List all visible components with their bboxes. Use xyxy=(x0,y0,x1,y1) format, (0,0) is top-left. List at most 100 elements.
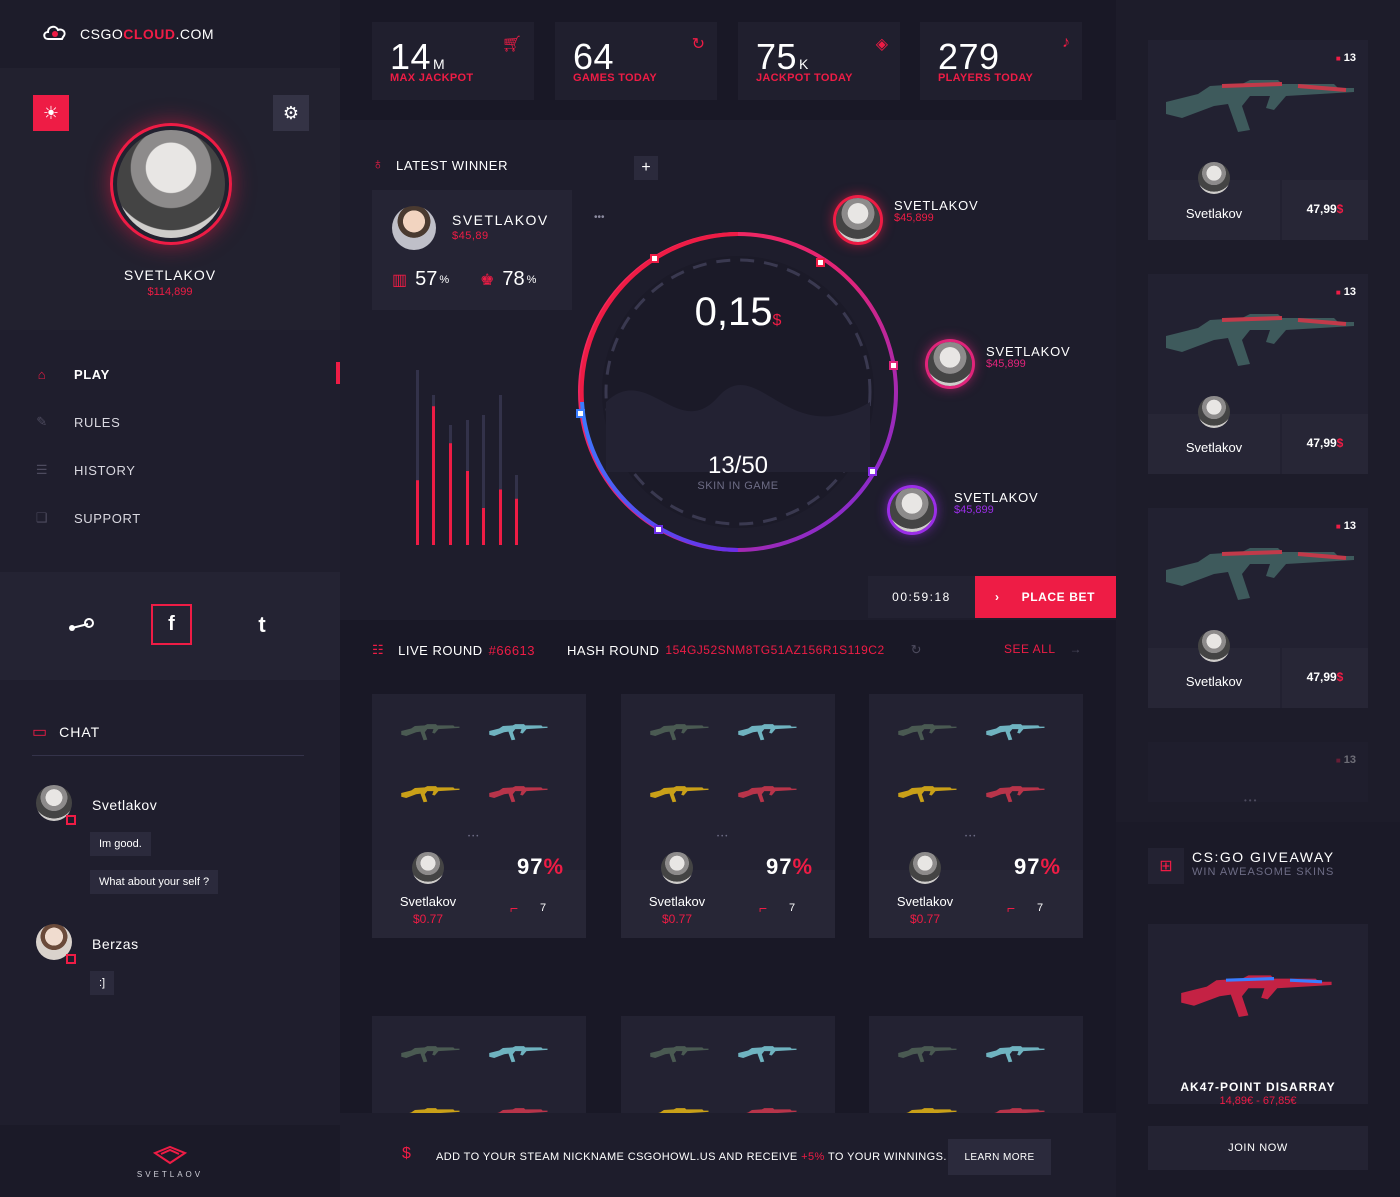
winner-avatar[interactable] xyxy=(392,206,436,250)
join-now-button[interactable]: JOIN NOW xyxy=(1148,1126,1368,1170)
brand-footer: SVETLAOV xyxy=(0,1125,340,1197)
player-name: SVETLAKOV xyxy=(954,490,1039,505)
nav-item-history[interactable]: ☰ HISTORY xyxy=(32,460,136,480)
avatar[interactable] xyxy=(909,852,941,884)
settings-button[interactable]: ⚙ xyxy=(273,95,309,131)
giveaway-item-card[interactable] xyxy=(1148,924,1368,1104)
weapon-slot xyxy=(649,780,711,811)
logo-text-prefix: CSGO xyxy=(80,26,124,42)
ak47-weapon-icon xyxy=(986,724,1045,741)
ring-node[interactable] xyxy=(576,409,585,418)
stat-number: 279 xyxy=(938,36,1000,77)
promo-percent: +5% xyxy=(801,1151,825,1163)
ring-node[interactable] xyxy=(889,361,898,370)
ak47-weapon-icon xyxy=(1166,548,1354,600)
avatar[interactable] xyxy=(1198,630,1230,662)
player-avatar xyxy=(890,488,934,532)
logo-text-highlight: CLOUD xyxy=(123,26,176,42)
chat-username[interactable]: Berzas xyxy=(92,936,139,952)
learn-more-button[interactable]: LEARN MORE xyxy=(948,1139,1051,1175)
weapon-card[interactable]: ■ 13 Svetlakov 47,99$ xyxy=(1148,40,1368,240)
nav-item-rules[interactable]: ✎ RULES xyxy=(32,412,120,432)
stat-number: 14 xyxy=(390,36,432,77)
pagination-dots[interactable]: ••• xyxy=(1244,796,1258,805)
ak47-weapon-icon xyxy=(401,1108,460,1113)
avatar[interactable] xyxy=(36,924,76,964)
pagination-dots[interactable]: ••• xyxy=(965,834,977,840)
chat-panel: ▭ CHAT Svetlakov Im good. What about you… xyxy=(0,680,340,1125)
jackpot-player[interactable]: SVETLAKOV $45,899 xyxy=(836,198,978,242)
profile-avatar[interactable] xyxy=(110,123,232,245)
weapon-slot xyxy=(488,718,550,749)
weapon-slot xyxy=(985,1102,1047,1113)
ak47-weapon-icon xyxy=(1181,975,1332,1017)
gem-icon: ◈ xyxy=(875,36,888,53)
nav-item-support[interactable]: ❑ SUPPORT xyxy=(32,508,141,528)
avatar[interactable] xyxy=(36,785,76,825)
bar-fill xyxy=(482,508,485,545)
refresh-icon[interactable]: ↻ xyxy=(911,642,922,658)
chevron-right-icon: › xyxy=(995,590,1000,604)
logo[interactable]: CSGOCLOUD.COM xyxy=(0,0,340,68)
ak47-weapon-icon xyxy=(898,724,957,741)
round-card[interactable]: ••• Svetlakov $0.77 97% ⌐ 7 xyxy=(869,694,1083,938)
round-card[interactable] xyxy=(621,1016,835,1113)
refresh-icon: ↻ xyxy=(691,36,705,53)
pagination-dots[interactable]: ••• xyxy=(717,834,729,840)
avatar[interactable] xyxy=(1198,162,1230,194)
weapon-card[interactable]: ■ 13 Svetlakov 47,99$ xyxy=(1148,274,1368,474)
bar-fill xyxy=(432,406,435,545)
home-icon: ⌂ xyxy=(37,366,47,382)
ring-node[interactable] xyxy=(868,467,877,476)
jackpot-player[interactable]: SVETLAKOV $45,899 xyxy=(890,488,1038,532)
place-bet-button[interactable]: › PLACE BET xyxy=(975,576,1116,618)
live-round-id: #66613 xyxy=(488,642,536,658)
nav-item-play[interactable]: ⌂ PLAY xyxy=(32,364,110,384)
card-value: $0.77 xyxy=(412,912,444,926)
theme-toggle-button[interactable]: ☀ xyxy=(33,95,69,131)
weapon-card[interactable]: ■ 13 Svetlakov 47,99$ xyxy=(1148,508,1368,708)
weapon-price-value: 47,99 xyxy=(1306,670,1337,684)
player-avatar xyxy=(928,342,972,386)
weapon-tag: ■ 13 xyxy=(1336,754,1356,766)
bet-history-bars xyxy=(416,370,518,545)
facebook-icon[interactable]: f xyxy=(151,604,192,645)
round-card[interactable] xyxy=(372,1016,586,1113)
chat-bubble: What about your self ? xyxy=(90,870,219,894)
ak47-weapon-icon xyxy=(650,786,709,803)
weapon-card[interactable]: ■ 13 xyxy=(1148,742,1368,802)
avatar[interactable] xyxy=(661,852,693,884)
weapon-price-value: 47,99 xyxy=(1306,436,1337,450)
ak47-weapon-icon xyxy=(489,786,548,803)
round-card[interactable]: ••• Svetlakov $0.77 97% ⌐ 7 xyxy=(372,694,586,938)
avatar[interactable] xyxy=(412,852,444,884)
ring-node[interactable] xyxy=(650,254,659,263)
round-timer: 00:59:18 xyxy=(868,576,975,618)
jackpot-player[interactable]: SVETLAKOV $45,899 xyxy=(928,342,1070,386)
weapon-slot xyxy=(400,780,462,811)
bar-fill xyxy=(416,480,419,545)
medal-icon: ♁ xyxy=(372,156,384,173)
edit-icon: ✎ xyxy=(36,414,48,429)
pagination-dots[interactable]: ••• xyxy=(468,834,480,840)
ring-node[interactable] xyxy=(816,258,825,267)
ak47-weapon-icon xyxy=(986,1046,1045,1063)
see-all-link[interactable]: SEE ALL → xyxy=(1004,642,1082,656)
weapon-slot xyxy=(737,1040,799,1071)
ring-node[interactable] xyxy=(654,525,663,534)
ak47-weapon-icon xyxy=(1166,80,1354,132)
round-card[interactable]: ••• Svetlakov $0.77 97% ⌐ 7 xyxy=(621,694,835,938)
chat-username[interactable]: Svetlakov xyxy=(92,797,157,813)
avatar[interactable] xyxy=(1198,396,1230,428)
ak47-weapon-icon xyxy=(401,786,460,803)
item-count: 7 xyxy=(540,902,547,914)
ak47-weapon-icon xyxy=(898,786,957,803)
steam-icon[interactable] xyxy=(64,612,98,638)
jackpot-value: 0,15$ xyxy=(676,290,800,335)
tumblr-icon[interactable]: t xyxy=(248,612,276,638)
weapon-slot xyxy=(488,780,550,811)
round-card[interactable] xyxy=(869,1016,1083,1113)
users-icon: ☷ xyxy=(372,642,385,657)
trophy-icon: ♚ xyxy=(480,271,495,289)
add-button[interactable]: + xyxy=(634,156,658,180)
